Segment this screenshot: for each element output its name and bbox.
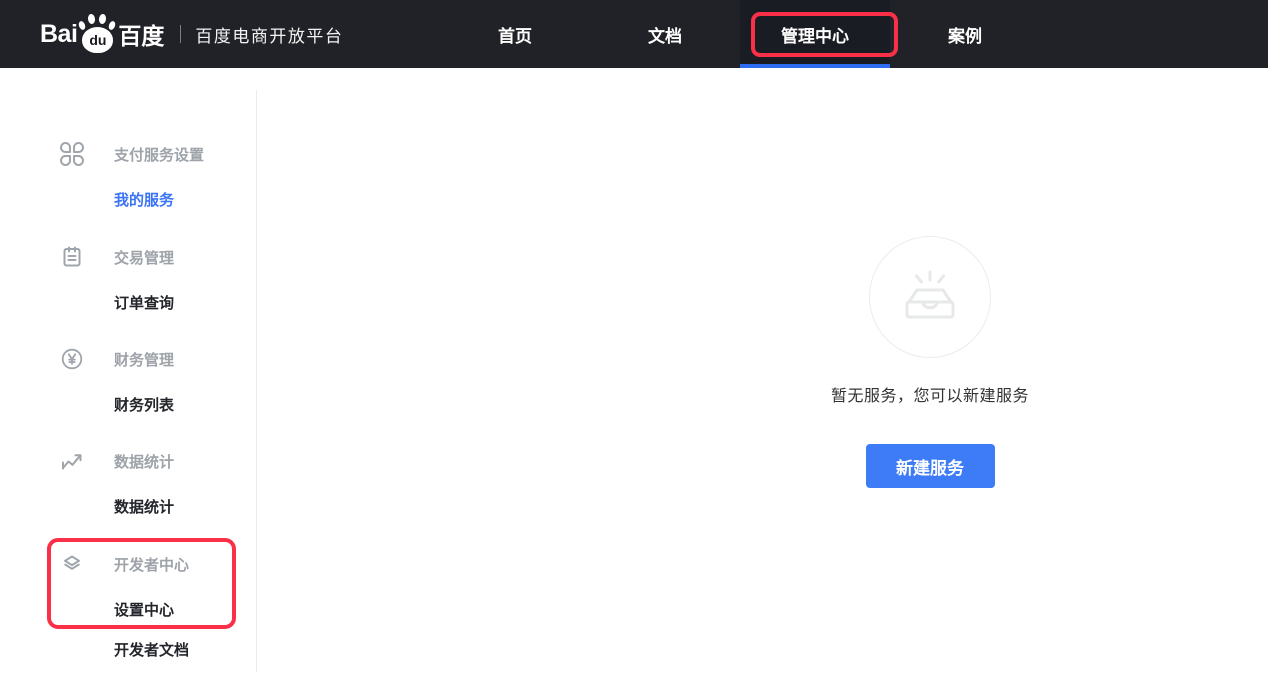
sidebar-group-title: 财务管理 <box>114 349 174 370</box>
logo-divider <box>180 25 181 43</box>
sidebar-group-payment-settings: 支付服务设置 <box>60 141 204 167</box>
empty-state-circle <box>869 236 991 358</box>
paw-toe-icon <box>99 14 107 25</box>
clover-icon <box>60 142 84 166</box>
nav-item-docs[interactable]: 文档 <box>590 0 740 68</box>
yen-circle-icon <box>60 347 84 371</box>
baidu-paw-icon: du <box>79 13 116 55</box>
platform-title: 百度电商开放平台 <box>195 22 343 47</box>
sidebar-item-developer-docs[interactable]: 开发者文档 <box>114 636 189 662</box>
layers-icon <box>60 552 84 576</box>
sidebar-group-title: 开发者中心 <box>114 554 189 575</box>
paw-pad-du-text: du <box>82 27 113 53</box>
sidebar-divider <box>256 90 257 672</box>
sidebar-item-settings-center[interactable]: 设置中心 <box>114 596 174 622</box>
paw-toe-icon <box>88 14 96 25</box>
nav-item-cases[interactable]: 案例 <box>890 0 1040 68</box>
empty-state-message: 暂无服务，您可以新建服务 <box>831 382 1029 406</box>
sidebar-group-finance-management: 财务管理 <box>60 346 174 372</box>
sidebar-item-finance-list[interactable]: 财务列表 <box>114 391 174 417</box>
logo-bai-text: Bai <box>40 20 77 49</box>
empty-inbox-icon <box>893 264 967 331</box>
logo-baidu-cn: 百度 <box>118 17 164 51</box>
clipboard-icon <box>60 245 84 269</box>
nav-item-home[interactable]: 首页 <box>440 0 590 68</box>
sidebar-group-title: 交易管理 <box>114 247 174 268</box>
trend-chart-icon <box>60 449 84 473</box>
sidebar-group-trade-management: 交易管理 <box>60 244 174 270</box>
sidebar-group-developer-center: 开发者中心 <box>60 551 189 577</box>
sidebar-item-my-services[interactable]: 我的服务 <box>114 186 174 212</box>
top-header: Bai du 百度 百度电商开放平台 首页 文档 管理中心 案例 <box>0 0 1268 68</box>
empty-state: 暂无服务，您可以新建服务 新建服务 <box>730 236 1130 488</box>
baidu-logo[interactable]: Bai du 百度 百度电商开放平台 <box>40 0 343 68</box>
sidebar-group-title: 支付服务设置 <box>114 144 204 165</box>
paw-toe-icon <box>108 20 117 31</box>
main-nav: 首页 文档 管理中心 案例 <box>440 0 1040 68</box>
page: Bai du 百度 百度电商开放平台 首页 文档 管理中心 案例 <box>0 0 1268 695</box>
sidebar-item-order-query[interactable]: 订单查询 <box>114 289 174 315</box>
paw-toe-icon <box>78 20 87 31</box>
sidebar-group-data-statistics: 数据统计 <box>60 448 174 474</box>
active-tab-underline <box>740 64 890 68</box>
sidebar-item-data-statistics[interactable]: 数据统计 <box>114 493 174 519</box>
nav-item-management-center[interactable]: 管理中心 <box>740 0 890 68</box>
sidebar-group-title: 数据统计 <box>114 451 174 472</box>
create-service-button[interactable]: 新建服务 <box>866 444 995 488</box>
